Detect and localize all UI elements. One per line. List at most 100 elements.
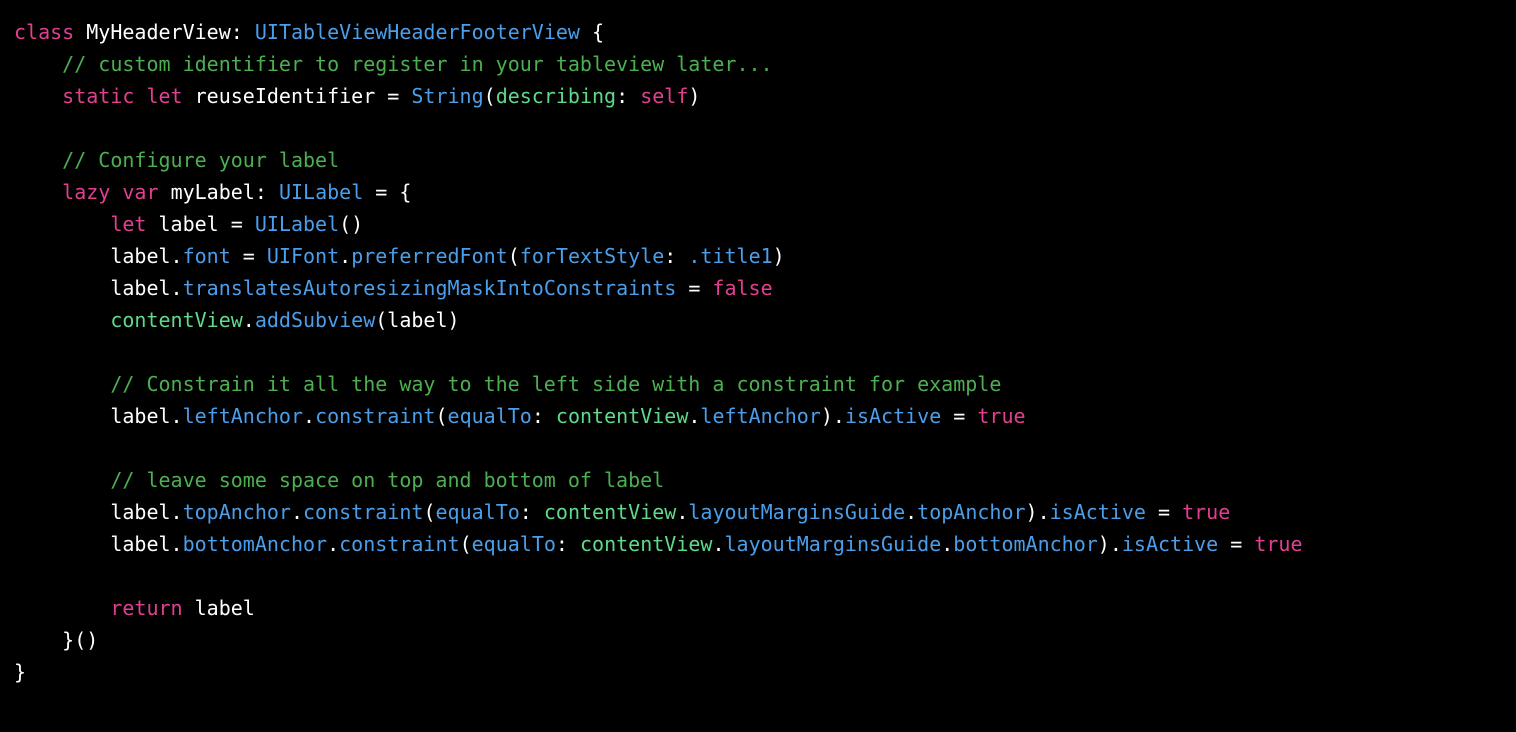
code-token-punct: :: [254, 180, 279, 204]
code-token-member: equalTo: [435, 500, 520, 524]
code-token-plain: myLabel: [170, 180, 255, 204]
code-token-comment: // custom identifier to register in your…: [62, 52, 773, 76]
code-editor-surface[interactable]: class MyHeaderView: UITableViewHeaderFoo…: [0, 0, 1516, 688]
code-token-kw: lazy: [62, 180, 111, 204]
code-line: label.translatesAutoresizingMaskIntoCons…: [14, 272, 1516, 304]
code-token-punct: .: [242, 308, 255, 332]
code-token-punct: .: [327, 532, 340, 556]
code-token-punct: =: [230, 244, 267, 268]
code-token-member: forTextStyle: [519, 244, 665, 268]
code-token-plain: label: [158, 212, 219, 236]
code-token-plain: reuseIdentifier: [194, 84, 376, 108]
code-line: }: [14, 656, 1516, 688]
code-token-punct: .: [688, 404, 701, 428]
code-token-punct: :: [616, 84, 641, 108]
code-token-kw: false: [712, 276, 773, 300]
code-token-member: leftAnchor: [182, 404, 304, 428]
code-token-kw: true: [977, 404, 1026, 428]
code-token-member: bottomAnchor: [953, 532, 1098, 556]
code-token-kw: let: [146, 84, 183, 108]
code-token-punct: {: [579, 20, 605, 44]
code-token-punct: .: [170, 244, 183, 268]
code-line: contentView.addSubview(label): [14, 304, 1516, 336]
code-token-prop: contentView: [543, 500, 677, 524]
code-token-punct: .: [290, 500, 304, 524]
code-token-punct: :: [230, 20, 255, 44]
code-line: // Configure your label: [14, 144, 1516, 176]
code-line: // Constrain it all the way to the left …: [14, 368, 1516, 400]
code-token-member: preferredFont: [351, 244, 508, 268]
code-token-member: topAnchor: [182, 500, 291, 524]
code-token-punct: .: [712, 532, 725, 556]
code-token-plain: label: [110, 244, 171, 268]
code-line: return label: [14, 592, 1516, 624]
code-token-punct: ): [820, 404, 833, 428]
code-token-punct: :: [555, 532, 580, 556]
code-token-punct: .: [339, 244, 352, 268]
code-token-punct: (: [423, 500, 436, 524]
code-token-plain: label: [194, 596, 255, 620]
code-token-member: layoutMarginsGuide: [724, 532, 942, 556]
code-token-punct: (: [435, 404, 448, 428]
code-line: // custom identifier to register in your…: [14, 48, 1516, 80]
code-token-member: equalTo: [471, 532, 556, 556]
code-token-plain: label: [387, 308, 448, 332]
code-token-punct: (: [507, 244, 520, 268]
code-token-type: String: [411, 84, 484, 108]
code-token-plain: label: [110, 276, 171, 300]
code-token-punct: =: [375, 84, 412, 108]
code-token-comment: // Constrain it all the way to the left …: [110, 372, 1002, 396]
code-token-member: isActive: [1121, 532, 1219, 556]
code-token-member: constraint: [303, 500, 424, 524]
code-token-punct: :: [664, 244, 689, 268]
code-token-punct: .: [170, 532, 183, 556]
code-token-punct: ): [688, 84, 701, 108]
code-token-member: constraint: [339, 532, 460, 556]
code-token-punct: .: [170, 500, 183, 524]
code-token-punct: .: [170, 404, 183, 428]
code-token-punct: ): [1025, 500, 1038, 524]
code-token-punct: =: [1145, 500, 1183, 524]
code-token-member: font: [182, 244, 231, 268]
code-token-type: UITableViewHeaderFooterView: [254, 20, 580, 44]
code-token-punct: .: [170, 276, 183, 300]
code-token-member: translatesAutoresizingMaskIntoConstraint…: [182, 276, 677, 300]
code-token-punct: :: [519, 500, 544, 524]
code-token-member: constraint: [315, 404, 436, 428]
code-token-member: bottomAnchor: [182, 532, 328, 556]
code-token-type: UILabel: [278, 180, 364, 204]
code-token-comment: // Configure your label: [62, 148, 340, 172]
code-token-member: .title1: [688, 244, 773, 268]
code-token-punct: .: [1109, 532, 1122, 556]
code-line: label.leftAnchor.constraint(equalTo: con…: [14, 400, 1516, 432]
code-token-type: UIFont: [266, 244, 340, 268]
code-token-punct: =: [676, 276, 713, 300]
code-token-kw: var: [122, 180, 159, 204]
code-line: static let reuseIdentifier = String(desc…: [14, 80, 1516, 112]
code-token-punct: (: [483, 84, 496, 108]
code-token-punct: .: [832, 404, 845, 428]
code-token-punct: (: [459, 532, 472, 556]
code-token-punct: }: [14, 660, 27, 684]
code-line: // leave some space on top and bottom of…: [14, 464, 1516, 496]
code-token-kw: class: [14, 20, 75, 44]
code-line: label.font = UIFont.preferredFont(forTex…: [14, 240, 1516, 272]
code-token-punct: =: [941, 404, 978, 428]
code-token-kw: return: [110, 596, 183, 620]
code-token-type: UILabel: [254, 212, 340, 236]
code-line: lazy var myLabel: UILabel = {: [14, 176, 1516, 208]
